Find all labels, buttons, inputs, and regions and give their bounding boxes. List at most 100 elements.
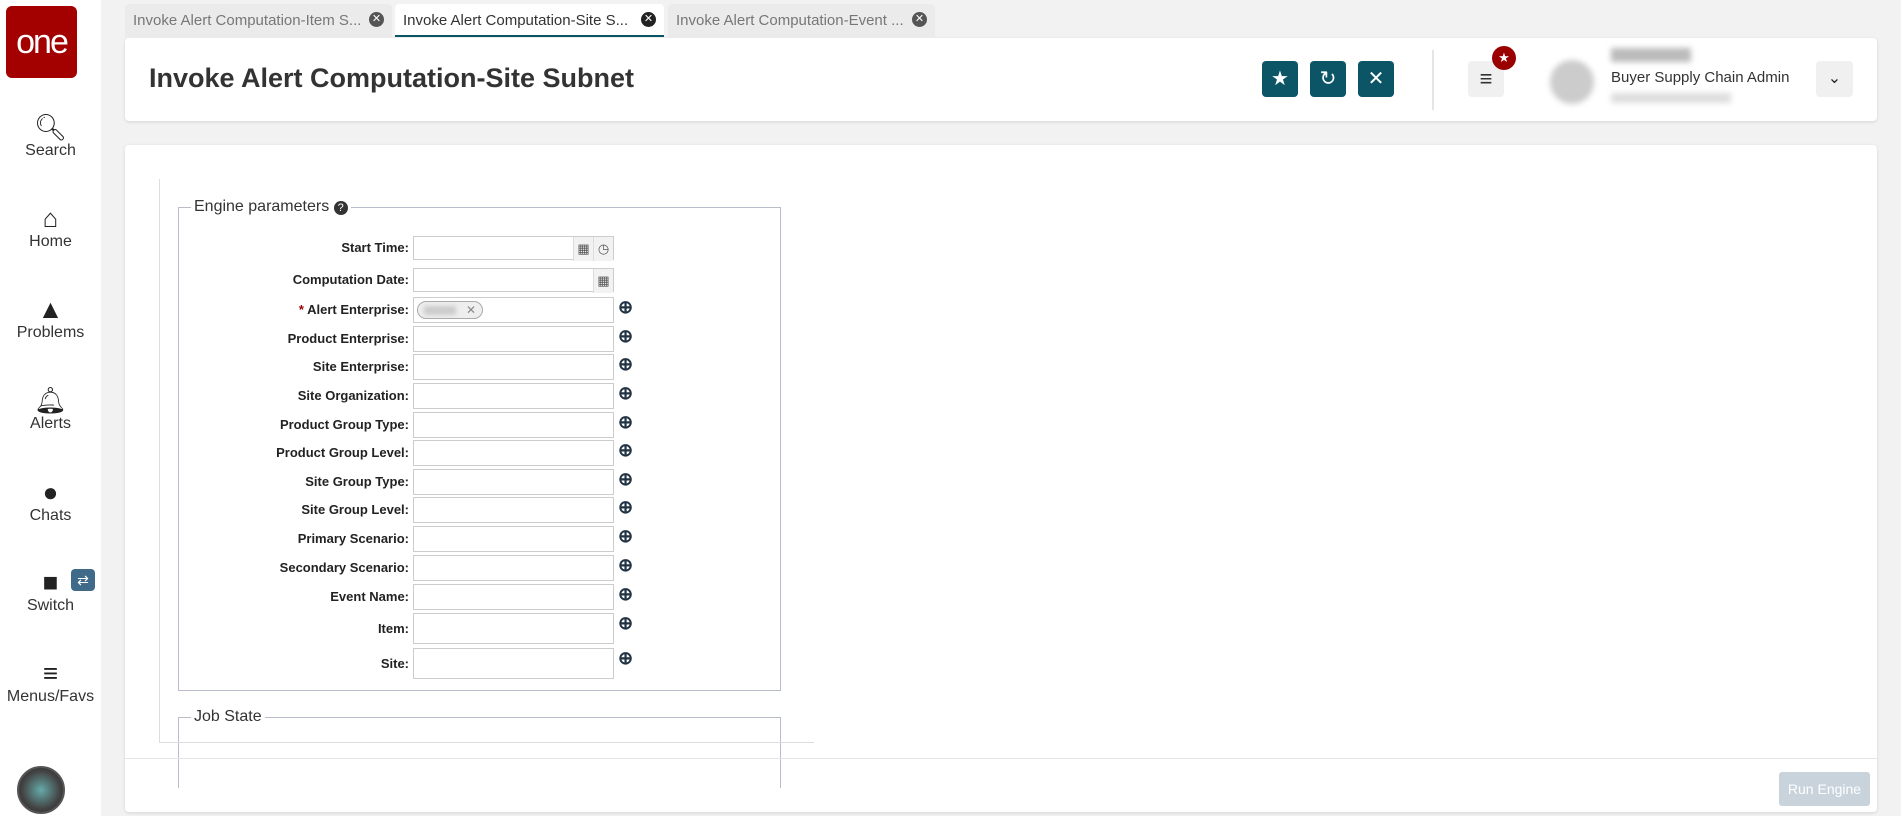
- warning-icon: ▲: [37, 294, 64, 324]
- divider: [159, 742, 814, 743]
- sidebar-item-label: Problems: [16, 324, 85, 341]
- product-group-type-input[interactable]: [413, 412, 614, 438]
- main-panel: Engine parameters ? Start Time: ▦ ◷ Computa…: [125, 145, 1877, 812]
- switch-arrows-icon[interactable]: ⇄: [71, 569, 95, 591]
- divider: [159, 179, 160, 742]
- divider: [125, 758, 1877, 759]
- computation-date-input[interactable]: ▦: [413, 268, 614, 293]
- site-group-type-input[interactable]: [413, 469, 614, 495]
- event-name-input[interactable]: [413, 584, 614, 610]
- product-enterprise-label: Product Enterprise:: [287, 331, 409, 346]
- start-time-input[interactable]: ▦ ◷: [413, 236, 614, 261]
- one-logo[interactable]: one: [6, 6, 77, 78]
- divider: [1432, 50, 1434, 110]
- user-avatar[interactable]: [1550, 60, 1594, 104]
- site-group-level-input[interactable]: [413, 497, 614, 523]
- close-tab-icon[interactable]: ✕: [912, 12, 927, 27]
- site-group-level-label: Site Group Level:: [301, 502, 409, 517]
- search-icon: 🔍︎: [33, 112, 67, 142]
- lookup-zoom-icon[interactable]: ⊕: [618, 412, 633, 433]
- lookup-zoom-icon[interactable]: ⊕: [618, 354, 633, 375]
- sidebar-item-chats[interactable]: ● Chats: [0, 477, 101, 525]
- required-marker: *: [298, 302, 308, 317]
- lookup-zoom-icon[interactable]: ⊕: [618, 326, 633, 347]
- close-button[interactable]: ✕: [1358, 61, 1394, 97]
- remove-chip-icon[interactable]: ✕: [466, 303, 476, 317]
- menu-icon: ≡: [42, 658, 59, 688]
- product-group-level-input[interactable]: [413, 440, 614, 466]
- job-state-fieldset: Job State: [178, 708, 781, 788]
- sidebar-item-label: Search: [25, 142, 76, 159]
- sidebar-item-alerts[interactable]: 🔔︎ Alerts: [0, 385, 101, 433]
- selected-enterprise-chip: ✕: [417, 301, 483, 319]
- tab-item-subnet[interactable]: Invoke Alert Computation-Item S... ✕: [125, 4, 392, 37]
- tab-label: Invoke Alert Computation-Site S...: [403, 12, 629, 29]
- tab-site-subnet[interactable]: Invoke Alert Computation-Site S... ✕: [395, 4, 664, 37]
- user-menu-dropdown[interactable]: ⌄: [1816, 61, 1853, 97]
- engine-parameters-legend: Engine parameters ?: [191, 198, 351, 216]
- product-group-level-label: Product Group Level:: [276, 445, 409, 460]
- item-input[interactable]: [413, 613, 614, 644]
- star-badge-icon: ★: [1492, 46, 1516, 70]
- close-tab-icon[interactable]: ✕: [641, 12, 656, 27]
- assistant-avatar-icon[interactable]: [17, 766, 65, 814]
- sidebar-item-label: Chats: [29, 507, 72, 524]
- chevron-down-icon: ⌄: [1827, 70, 1842, 87]
- hamburger-icon: ≡: [1479, 66, 1493, 91]
- sidebar-item-label: Switch: [26, 597, 75, 614]
- user-role: Buyer Supply Chain Admin: [1611, 69, 1790, 86]
- run-engine-button[interactable]: Run Engine: [1779, 772, 1870, 806]
- lookup-zoom-icon[interactable]: ⊕: [618, 526, 633, 547]
- sidebar: one 🔍︎ Search ⌂ Home ▲ Problems 🔔︎ Alerts ● C…: [0, 0, 101, 816]
- site-organization-input[interactable]: [413, 383, 614, 409]
- lookup-zoom-icon[interactable]: ⊕: [618, 383, 633, 404]
- secondary-scenario-input[interactable]: [413, 555, 614, 581]
- favorite-button[interactable]: ★: [1262, 61, 1298, 97]
- tab-event[interactable]: Invoke Alert Computation-Event ... ✕: [668, 4, 935, 37]
- page-header: Invoke Alert Computation-Site Subnet ★ ↻…: [125, 38, 1877, 121]
- lookup-zoom-icon[interactable]: ⊕: [618, 440, 633, 461]
- close-icon: ✕: [1367, 68, 1385, 90]
- close-tab-icon[interactable]: ✕: [369, 12, 384, 27]
- sidebar-item-menus-favs[interactable]: ≡ Menus/Favs: [0, 658, 101, 706]
- alert-enterprise-input[interactable]: ✕: [413, 297, 614, 323]
- help-icon[interactable]: ?: [333, 201, 348, 215]
- primary-scenario-input[interactable]: [413, 526, 614, 552]
- lookup-zoom-icon[interactable]: ⊕: [618, 584, 633, 605]
- page-title: Invoke Alert Computation-Site Subnet: [149, 63, 635, 93]
- bell-icon: 🔔︎: [33, 385, 67, 415]
- site-label: Site:: [380, 655, 409, 671]
- site-input[interactable]: [413, 648, 614, 679]
- calendar-icon[interactable]: ▦: [573, 237, 593, 261]
- sidebar-item-home[interactable]: ⌂ Home: [0, 203, 101, 251]
- sidebar-item-label: Menus/Favs: [6, 688, 95, 705]
- sidebar-item-label: Home: [29, 233, 72, 250]
- lookup-zoom-icon[interactable]: ⊕: [618, 497, 633, 518]
- secondary-scenario-label: Secondary Scenario:: [279, 560, 409, 575]
- tab-label: Invoke Alert Computation-Item S...: [133, 12, 362, 29]
- sidebar-item-search[interactable]: 🔍︎ Search: [0, 112, 101, 160]
- alert-enterprise-label: * Alert Enterprise:: [298, 302, 409, 317]
- calendar-icon[interactable]: ▦: [593, 269, 613, 293]
- site-organization-label: Site Organization:: [297, 388, 409, 403]
- tab-label: Invoke Alert Computation-Event ...: [676, 12, 904, 29]
- lookup-zoom-icon[interactable]: ⊕: [618, 555, 633, 576]
- lookup-zoom-icon[interactable]: ⊕: [618, 648, 633, 669]
- start-time-label: Start Time:: [341, 240, 409, 255]
- lookup-zoom-icon[interactable]: ⊕: [618, 297, 633, 318]
- engine-parameters-fieldset: Engine parameters ? Start Time: ▦ ◷ Computa…: [178, 198, 781, 691]
- sidebar-item-label: Alerts: [30, 415, 71, 432]
- clock-icon[interactable]: ◷: [593, 237, 613, 261]
- site-group-type-label: Site Group Type:: [305, 474, 409, 489]
- refresh-button[interactable]: ↻: [1310, 61, 1346, 97]
- job-state-legend: Job State: [194, 708, 262, 725]
- lookup-zoom-icon[interactable]: ⊕: [618, 613, 633, 634]
- blurred-value: [424, 306, 456, 315]
- site-enterprise-input[interactable]: [413, 354, 614, 380]
- chat-icon: ●: [42, 477, 59, 507]
- product-enterprise-input[interactable]: [413, 326, 614, 352]
- computation-date-label: Computation Date:: [292, 272, 409, 287]
- lookup-zoom-icon[interactable]: ⊕: [618, 469, 633, 490]
- sidebar-item-problems[interactable]: ▲ Problems: [0, 294, 101, 342]
- user-email-blurred: [1611, 93, 1731, 103]
